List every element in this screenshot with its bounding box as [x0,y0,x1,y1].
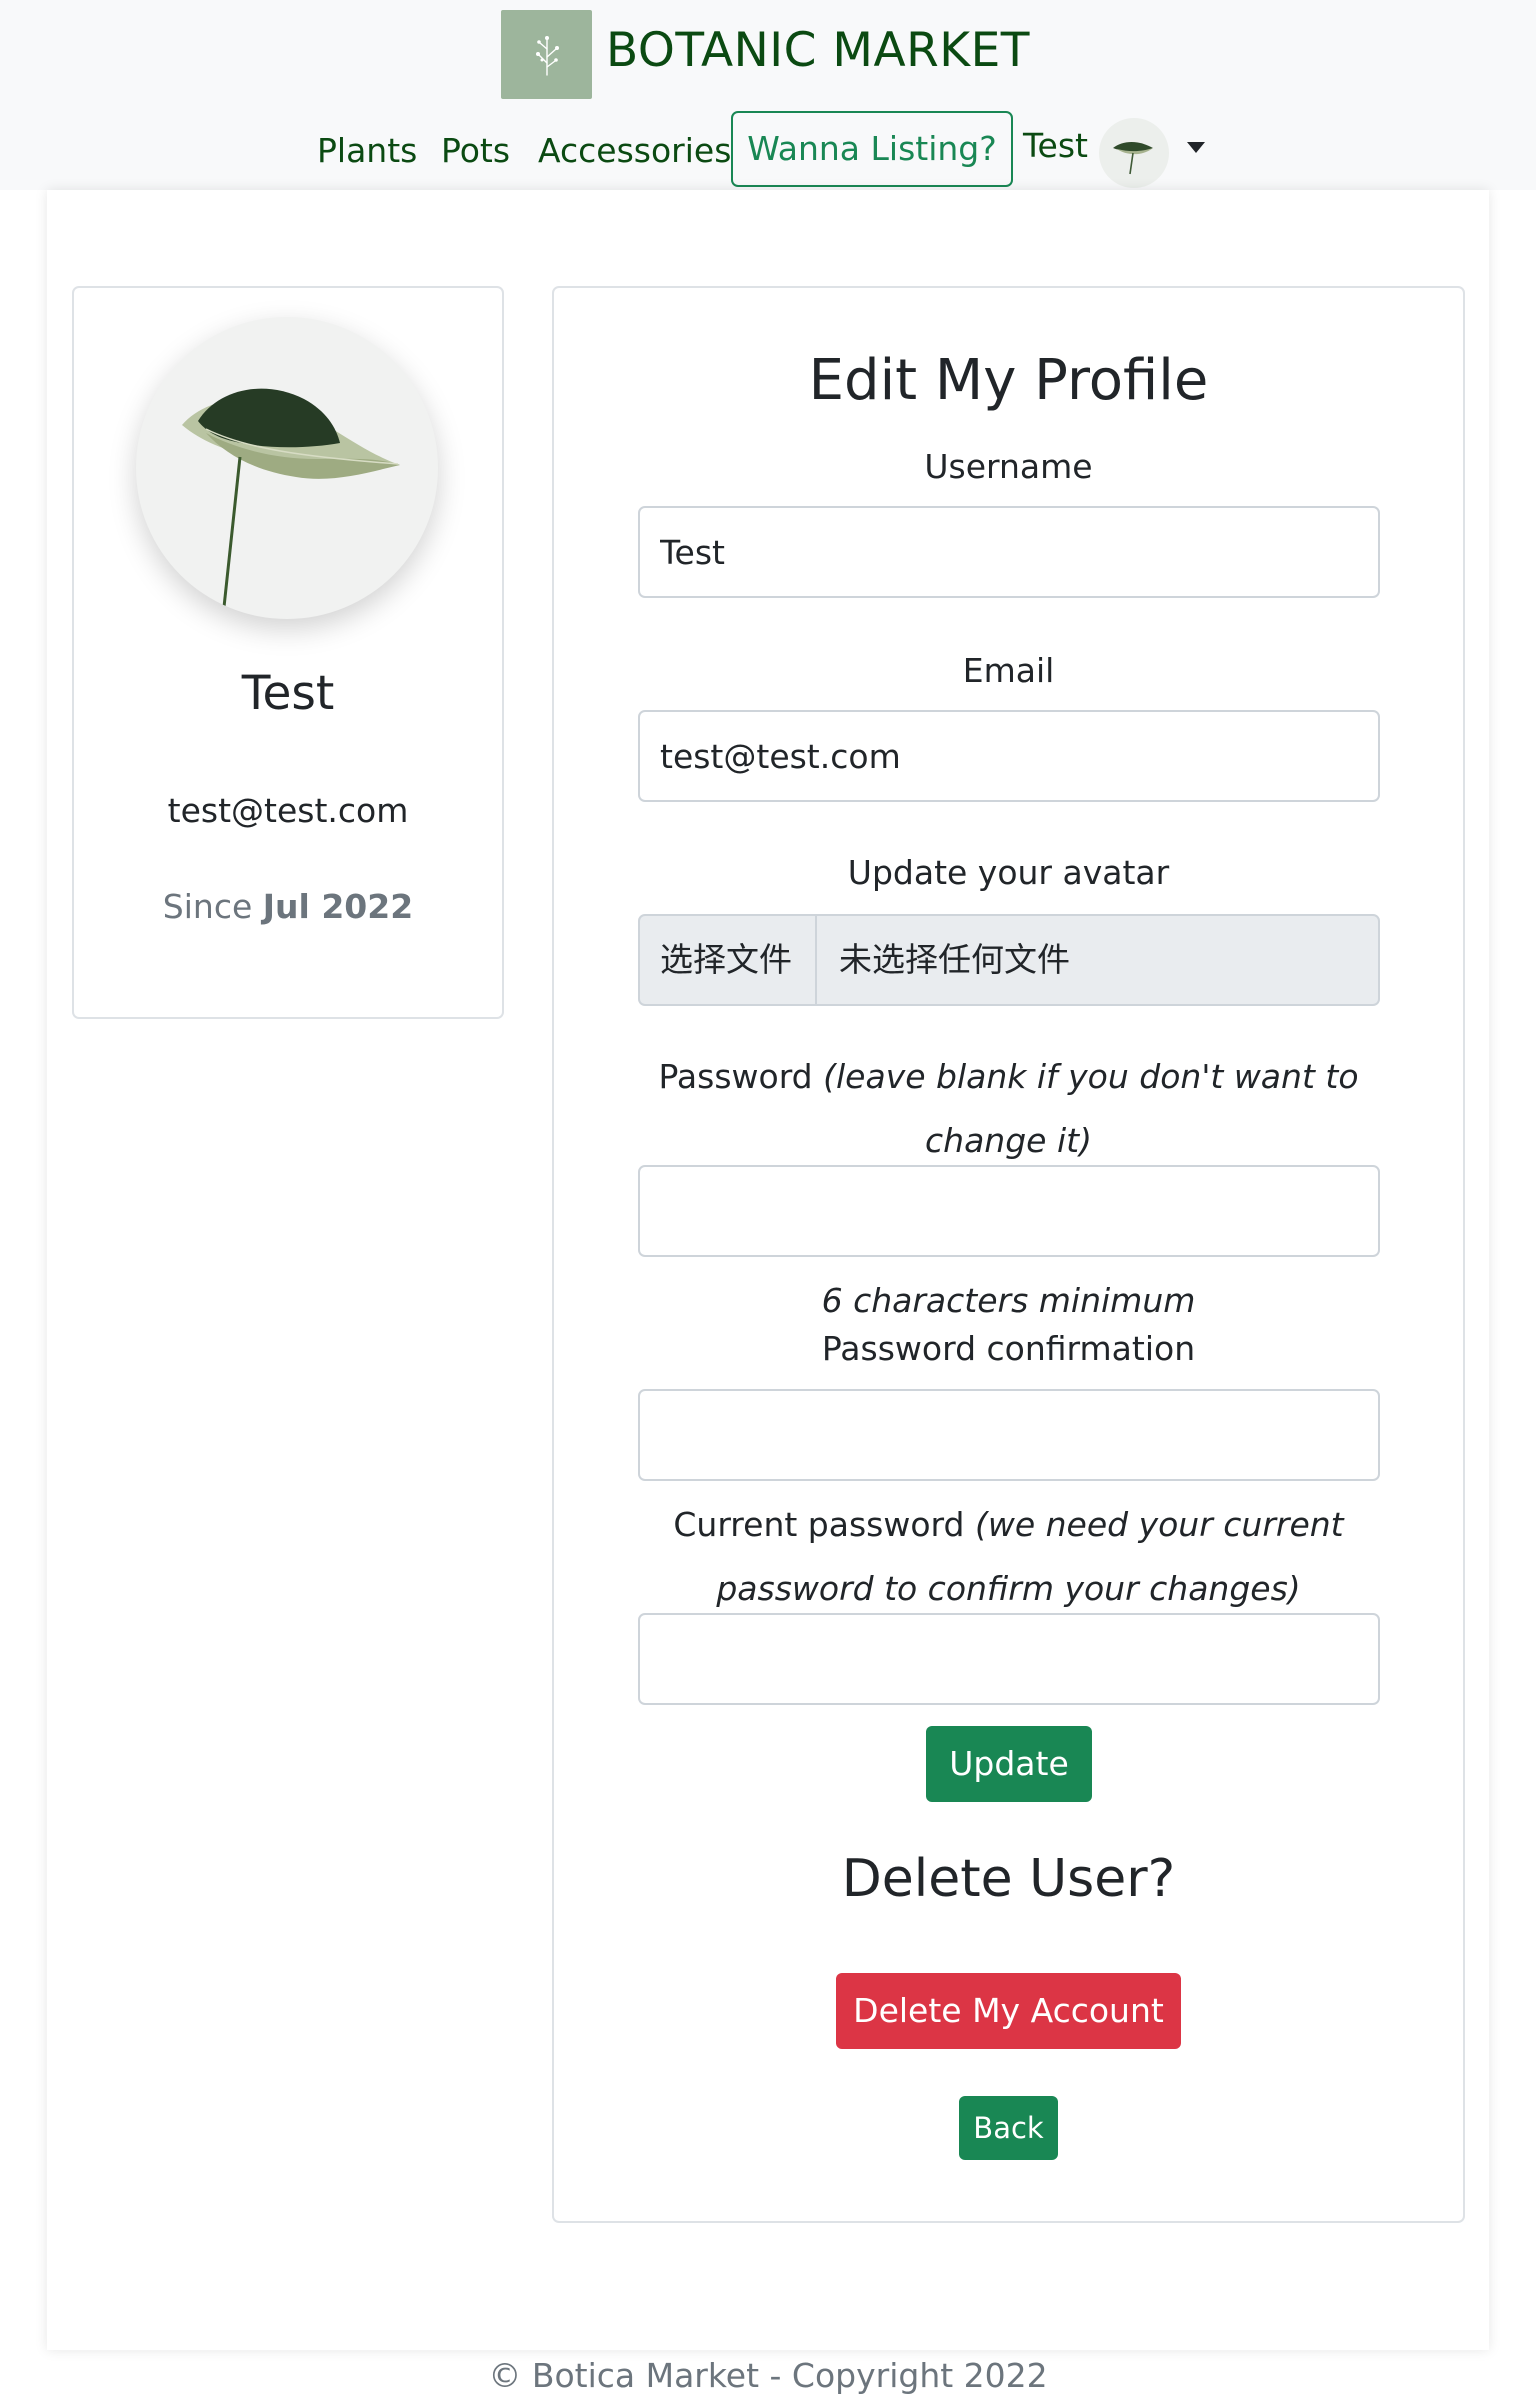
delete-account-button[interactable]: Delete My Account [836,1973,1181,2049]
email-label: Email [962,651,1055,690]
profile-name: Test [241,666,335,721]
profile-email: test@test.com [167,791,409,830]
password-label: Password (leave blank if you don't want … [552,1052,1465,1102]
nav-link-accessories[interactable]: Accessories [538,126,731,176]
avatar-label: Update your avatar [847,853,1170,892]
password-confirmation-label: Password confirmation [821,1329,1196,1368]
nav-link-pots[interactable]: Pots [441,126,510,176]
update-button[interactable]: Update [926,1726,1092,1802]
page-title: Edit My Profile [808,348,1209,413]
current-password-label-text: Current password [673,1505,965,1544]
password-hint-2: change it) [925,1121,1092,1160]
password-min-hint: 6 characters minimum [821,1281,1196,1320]
back-button[interactable]: Back [959,2096,1058,2160]
nav-username[interactable]: Test [1023,121,1088,171]
member-since-date: Jul 2022 [262,887,414,926]
brand-title[interactable]: BOTANIC MARKET [606,18,1030,84]
avatar-file-input[interactable]: 选择文件 未选择任何文件 [638,914,1380,1006]
password-confirmation-input[interactable] [638,1389,1380,1481]
navbar: BOTANIC MARKET Plants Pots Accessories W… [0,0,1536,190]
delete-user-heading: Delete User? [841,1849,1176,1909]
email-input[interactable] [638,710,1380,802]
password-input[interactable] [638,1165,1380,1257]
nav-avatar[interactable] [1099,118,1169,188]
current-password-input[interactable] [638,1613,1380,1705]
choose-file-button[interactable]: 选择文件 [640,916,817,1004]
username-input[interactable] [638,506,1380,598]
profile-avatar [136,317,438,619]
member-since: Since Jul 2022 [72,882,504,932]
password-hint-1: (leave blank if you don't want to [823,1057,1359,1096]
member-since-prefix: Since [162,887,263,926]
current-password-hint-1: (we need your current [974,1505,1344,1544]
password-label-text: Password [658,1057,813,1096]
username-label: Username [924,447,1093,486]
current-password-label: Current password (we need your current [552,1500,1465,1550]
wanna-listing-button[interactable]: Wanna Listing? [731,111,1013,187]
brand-logo-icon[interactable] [501,10,592,99]
current-password-hint-2: password to confirm your changes) [716,1569,1301,1608]
footer-copyright: © Botica Market - Copyright 2022 [488,2356,1048,2395]
caret-down-icon[interactable] [1187,142,1205,153]
file-status: 未选择任何文件 [839,940,1070,979]
nav-link-plants[interactable]: Plants [317,126,417,176]
